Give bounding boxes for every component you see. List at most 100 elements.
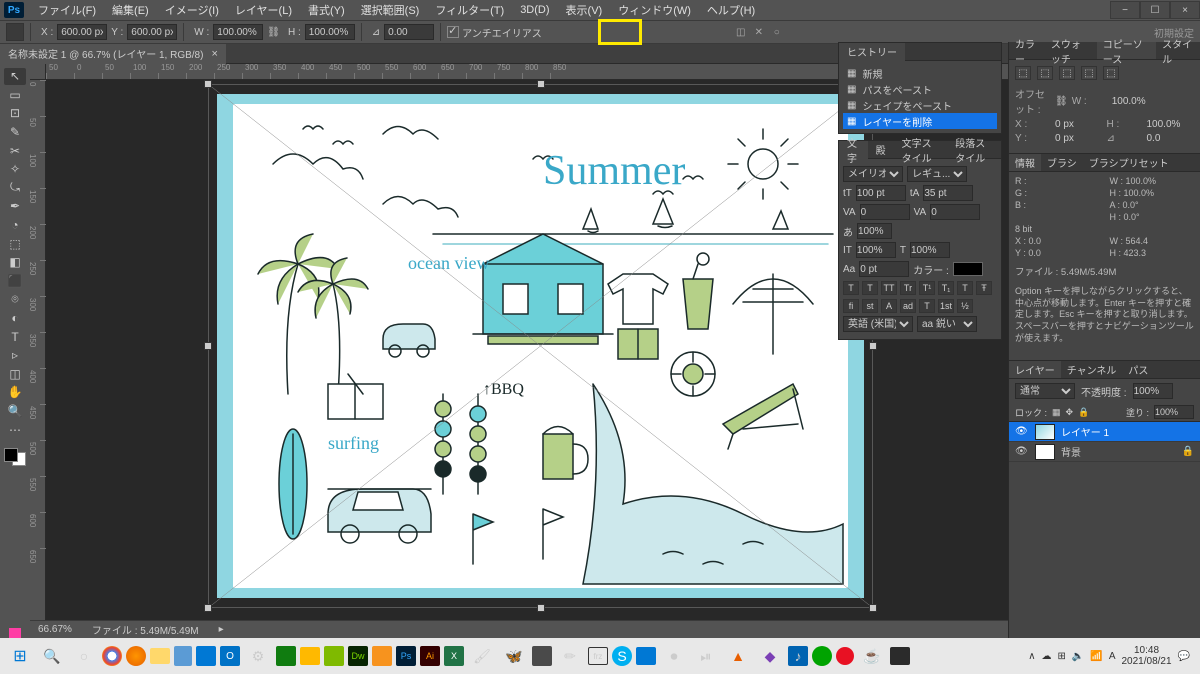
tray-cloud-icon[interactable]: ☁ (1042, 651, 1052, 662)
tab-info[interactable]: 情報 (1009, 154, 1041, 171)
tab-color[interactable]: カラー (1009, 42, 1045, 59)
app-icon[interactable] (890, 647, 910, 665)
visibility-icon[interactable]: 👁 (1015, 446, 1029, 457)
app-icon[interactable]: ☕ (858, 642, 886, 670)
handle-tl[interactable] (204, 80, 212, 88)
menu-filter[interactable]: フィルター(T) (427, 2, 512, 18)
lock-all-icon[interactable]: 🔒 (1078, 407, 1089, 418)
tab-charstyle[interactable]: 文字スタイル (894, 141, 948, 159)
tab-brush[interactable]: ブラシ (1041, 154, 1083, 171)
underline-icon[interactable]: T (957, 281, 973, 295)
app-icon[interactable]: ✏ (556, 642, 584, 670)
type-tool[interactable]: T (4, 328, 26, 345)
sub-icon[interactable]: T₁ (938, 281, 954, 295)
skype-icon[interactable]: S (612, 646, 632, 666)
app-icon[interactable] (324, 646, 344, 666)
warp-icon[interactable]: ◫ (734, 25, 748, 39)
explorer-icon[interactable] (150, 648, 170, 664)
va-field[interactable] (860, 204, 910, 220)
lang-select[interactable]: 英語 (米国) (843, 316, 913, 332)
fg-color[interactable] (4, 448, 18, 462)
tab-swatch[interactable]: スウォッチ (1045, 42, 1097, 59)
h-field[interactable] (305, 24, 355, 40)
history-item[interactable]: ▦レイヤーを削除 (843, 113, 997, 129)
handle-mr[interactable] (869, 342, 877, 350)
heal-tool[interactable]: ⤿ (4, 180, 26, 197)
lasso-tool[interactable]: ⊡ (4, 105, 26, 122)
tray-ime-icon[interactable]: ⊞ (1058, 651, 1066, 662)
settings-icon[interactable]: ⚙ (244, 642, 272, 670)
start-button[interactable]: ⊞ (6, 642, 34, 670)
zoom-label[interactable]: 66.67% (38, 624, 72, 635)
tray-vol-icon[interactable]: 🔈 (1072, 651, 1084, 662)
app-icon[interactable] (636, 647, 656, 665)
handle-br[interactable] (869, 604, 877, 612)
lock-pos-icon[interactable]: ✥ (1066, 407, 1074, 418)
handle-bl[interactable] (204, 604, 212, 612)
stamp-tool[interactable]: ◔ (4, 217, 26, 234)
handle-ml[interactable] (204, 342, 212, 350)
scalev2-field[interactable] (910, 242, 950, 258)
blur-tool[interactable]: ⬛ (4, 273, 26, 290)
menu-layer[interactable]: レイヤー(L) (227, 2, 300, 18)
menu-image[interactable]: イメージ(I) (157, 2, 227, 18)
scaleh-field[interactable] (857, 223, 892, 239)
outlook-icon[interactable]: O (220, 646, 240, 666)
color-swatch[interactable] (4, 448, 26, 466)
move-tool[interactable]: ↖ (4, 68, 26, 85)
layer-row[interactable]: 👁 背景 🔒 (1009, 442, 1200, 462)
track-field[interactable] (930, 204, 980, 220)
menu-view[interactable]: 表示(V) (558, 2, 611, 18)
clone-src-4[interactable]: ⬚ (1081, 66, 1097, 80)
search-icon[interactable]: 🔍 (38, 642, 66, 670)
app-icon[interactable]: ♪ (788, 646, 808, 666)
excel-icon[interactable]: X (444, 646, 464, 666)
app-icon[interactable] (812, 646, 832, 666)
menu-type[interactable]: 書式(Y) (300, 2, 353, 18)
eraser-tool[interactable]: ⬚ (4, 235, 26, 252)
more-tools[interactable]: ⋯ (4, 421, 26, 438)
brush-tool[interactable]: ✒ (4, 198, 26, 215)
tab-layers[interactable]: レイヤー (1009, 361, 1061, 378)
y-field[interactable] (127, 24, 177, 40)
cancel-transform-button[interactable]: ✕ (752, 25, 766, 39)
minimize-button[interactable]: − (1110, 1, 1140, 19)
path-tool[interactable]: ▹ (4, 347, 26, 364)
layer-row[interactable]: 👁 レイヤー 1 (1009, 422, 1200, 442)
dw-icon[interactable]: Dw (348, 646, 368, 666)
tab-history[interactable]: ヒストリー (839, 43, 905, 61)
history-item[interactable]: ▦新規 (843, 65, 997, 81)
app-icon[interactable]: 🖌 (468, 642, 496, 670)
menu-3d[interactable]: 3D(D) (512, 4, 557, 16)
chrome-icon[interactable] (102, 646, 122, 666)
pen-tool[interactable]: ◐ (4, 310, 26, 327)
tray-lang-icon[interactable]: A (1109, 651, 1116, 662)
aa-select[interactable]: aa 鋭い (917, 316, 977, 332)
smallcaps-icon[interactable]: Tr (900, 281, 916, 295)
eyedropper-tool[interactable]: ✧ (4, 161, 26, 178)
hand-tool[interactable]: ✋ (4, 384, 26, 401)
fill-field[interactable] (1154, 405, 1194, 419)
tab-style[interactable]: スタイル (1156, 42, 1200, 59)
angle-field[interactable] (384, 24, 434, 40)
zoom-tool[interactable]: 🔍 (4, 403, 26, 420)
photos-icon[interactable] (196, 646, 216, 666)
bold-icon[interactable]: T (843, 281, 859, 295)
app-icon[interactable]: ◆ (756, 642, 784, 670)
menu-file[interactable]: ファイル(F) (30, 2, 104, 18)
tab-copysource[interactable]: コピーソース (1097, 42, 1156, 59)
anchor-icon[interactable] (6, 23, 24, 41)
gradient-tool[interactable]: ◧ (4, 254, 26, 271)
document-tab[interactable]: 名称未設定 1 @ 66.7% (レイヤー 1, RGB/8) × (0, 44, 226, 64)
history-item[interactable]: ▦パスをペースト (843, 81, 997, 97)
marquee-tool[interactable]: ▭ (4, 87, 26, 104)
fontstyle-select[interactable]: レギュ... (907, 166, 967, 182)
notifications-icon[interactable]: 💬 (1178, 651, 1190, 662)
handle-tm[interactable] (537, 80, 545, 88)
handle-bm[interactable] (537, 604, 545, 612)
app-icon[interactable] (836, 647, 854, 665)
cortana-icon[interactable]: ○ (70, 642, 98, 670)
transform-bounding-box[interactable] (208, 84, 873, 608)
clone-src-5[interactable]: ⬚ (1103, 66, 1119, 80)
tab-brushpreset[interactable]: ブラシプリセット (1083, 154, 1175, 171)
